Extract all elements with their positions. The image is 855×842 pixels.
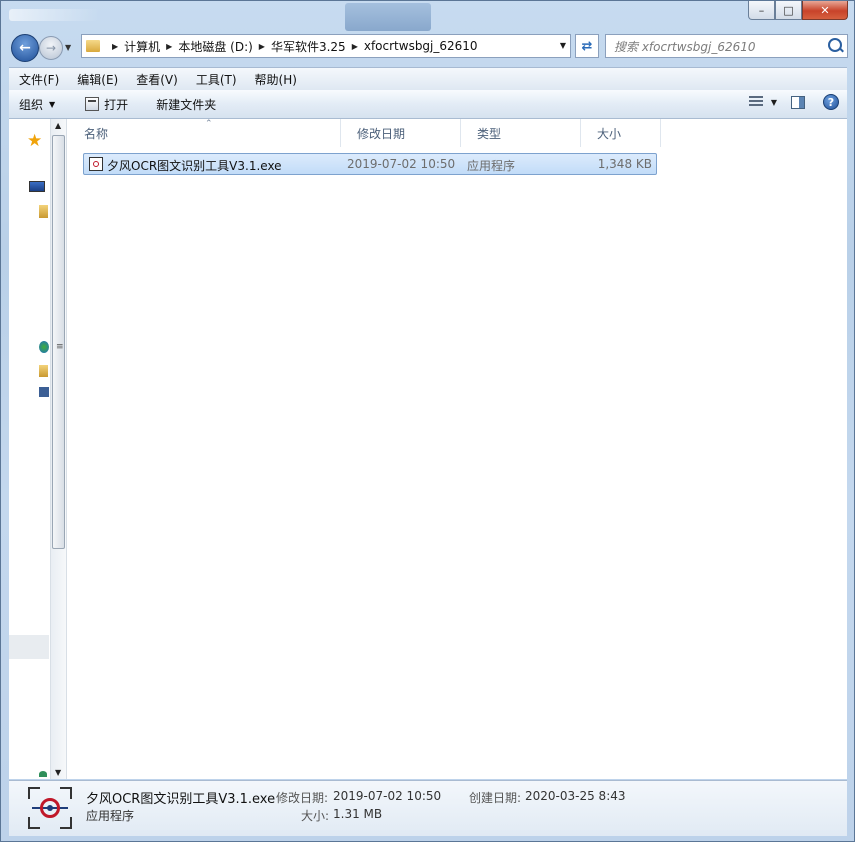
breadcrumb-computer[interactable]: 计算机: [124, 38, 160, 55]
minimize-button[interactable]: –: [748, 1, 775, 20]
details-size-label: 大小:: [301, 809, 330, 823]
scroll-up-icon[interactable]: ▲: [55, 121, 61, 130]
preview-pane-icon[interactable]: [791, 95, 805, 109]
back-icon: ←: [19, 40, 31, 56]
chevron-right-icon[interactable]: ▶: [259, 42, 265, 51]
window-title: [9, 9, 99, 21]
exe-file-icon: [28, 787, 72, 829]
breadcrumb-folder[interactable]: 华军软件3.25: [271, 38, 346, 55]
search-icon[interactable]: [828, 38, 842, 52]
file-name: 夕风OCR图文识别工具V3.1.exe: [107, 159, 282, 173]
column-label: 类型: [477, 126, 502, 141]
menu-help[interactable]: 帮助(H): [245, 71, 305, 88]
scrollbar-thumb[interactable]: ≡: [52, 135, 65, 549]
refresh-icon: ⇄: [581, 38, 593, 54]
open-icon: [85, 97, 100, 111]
network-icon[interactable]: [39, 771, 47, 777]
menu-bar: 文件(F) 编辑(E) 查看(V) 工具(T) 帮助(H): [9, 67, 847, 90]
file-list: 名称 ⌃ 修改日期 类型 大小 夕风OCR图文识别工具V3.1.exe 2019…: [68, 119, 847, 779]
column-header-modified[interactable]: 修改日期: [341, 119, 461, 147]
breadcrumb-drive[interactable]: 本地磁盘 (D:): [178, 38, 252, 55]
details-file-name: 夕风OCR图文识别工具V3.1.exe: [86, 792, 276, 807]
network-icon[interactable]: [39, 341, 49, 353]
content-area: ★ ▲ ≡ ▼ 名称 ⌃ 修改日期 类型 大小 夕风OCR图文识别工具V3.1.…: [9, 119, 847, 779]
search-box[interactable]: [605, 34, 848, 58]
forward-icon: →: [45, 41, 57, 55]
navigation-pane: ★: [9, 119, 49, 779]
details-file-type: 应用程序: [86, 809, 135, 823]
menu-edit[interactable]: 编辑(E): [67, 71, 126, 88]
details-modified-label: 修改日期:: [276, 791, 329, 805]
navigation-bar: ← → ▼ ▶ 计算机 ▶ 本地磁盘 (D:) ▶ 华军软件3.25 ▶ xfo…: [9, 31, 849, 63]
folder-icon[interactable]: [39, 365, 48, 377]
menu-tools[interactable]: 工具(T): [186, 71, 245, 88]
organize-label: 组织: [19, 97, 44, 112]
details-pane: 夕风OCR图文识别工具V3.1.exe 应用程序 修改日期: 2019-07-0…: [9, 780, 847, 836]
menu-view[interactable]: 查看(V): [126, 71, 186, 88]
new-folder-label: 新建文件夹: [156, 97, 217, 112]
sort-ascending-icon: ⌃: [205, 119, 213, 129]
library-icon[interactable]: [39, 205, 48, 218]
details-created-value: 2020-03-25 8:43: [525, 789, 626, 803]
column-header-type[interactable]: 类型: [461, 119, 581, 147]
command-bar: 组织 ▼ 打开 新建文件夹 ▼ ?: [9, 90, 847, 119]
open-label: 打开: [104, 97, 129, 112]
organize-button[interactable]: 组织 ▼: [9, 96, 65, 113]
menu-file[interactable]: 文件(F): [9, 71, 67, 88]
file-type: 应用程序: [467, 159, 516, 173]
folder-icon: [86, 40, 100, 52]
breadcrumb-current[interactable]: xfocrtwsbgj_62610: [364, 39, 478, 53]
desktop-icon[interactable]: [29, 181, 45, 192]
chevron-down-icon: ▼: [49, 99, 56, 109]
open-button[interactable]: 打开: [75, 96, 138, 113]
views-dropdown-icon[interactable]: ▼: [771, 98, 777, 107]
search-input[interactable]: [612, 36, 826, 58]
chevron-right-icon[interactable]: ▶: [352, 42, 358, 51]
details-size-value: 1.31 MB: [333, 807, 383, 821]
exe-file-icon: [89, 157, 103, 171]
computer-icon[interactable]: [39, 387, 49, 397]
back-button[interactable]: ←: [11, 34, 39, 62]
details-created-label: 创建日期:: [469, 791, 522, 805]
chevron-right-icon[interactable]: ▶: [166, 42, 172, 51]
column-label: 名称: [84, 126, 109, 141]
nav-pane-scrollbar[interactable]: ▲ ≡ ▼: [50, 119, 67, 779]
file-row[interactable]: 夕风OCR图文识别工具V3.1.exe 2019-07-02 10:50 应用程…: [83, 153, 657, 175]
details-modified-value: 2019-07-02 10:50: [333, 789, 442, 803]
history-dropdown-icon[interactable]: ▼: [65, 43, 71, 52]
view-controls: ▼ ?: [748, 94, 839, 110]
file-modified: 2019-07-02 10:50: [347, 157, 456, 171]
column-header-size[interactable]: 大小: [581, 119, 661, 147]
grip-icon: ≡: [56, 342, 64, 352]
close-button[interactable]: ✕: [802, 1, 848, 20]
column-label: 大小: [597, 126, 622, 141]
nav-pane-scroll-track: [9, 635, 49, 659]
address-dropdown-icon[interactable]: ▼: [560, 41, 566, 50]
column-label: 修改日期: [357, 126, 406, 141]
chevron-right-icon[interactable]: ▶: [112, 42, 118, 51]
explorer-window: – □ ✕ ← → ▼ ▶ 计算机 ▶ 本地磁盘 (D:) ▶ 华军软件3.25…: [0, 0, 855, 842]
help-icon[interactable]: ?: [823, 94, 839, 110]
new-folder-button[interactable]: 新建文件夹: [146, 96, 226, 113]
window-controls: – □ ✕: [748, 1, 848, 20]
favorites-star-icon[interactable]: ★: [27, 131, 42, 151]
title-highlight: [345, 3, 431, 31]
address-bar[interactable]: ▶ 计算机 ▶ 本地磁盘 (D:) ▶ 华军软件3.25 ▶ xfocrtwsb…: [81, 34, 571, 58]
refresh-button[interactable]: ⇄: [575, 34, 599, 58]
maximize-button[interactable]: □: [775, 1, 802, 20]
scroll-down-icon[interactable]: ▼: [55, 768, 61, 777]
forward-button[interactable]: →: [39, 36, 63, 60]
file-size: 1,348 KB: [597, 157, 652, 171]
views-icon[interactable]: [748, 96, 763, 108]
